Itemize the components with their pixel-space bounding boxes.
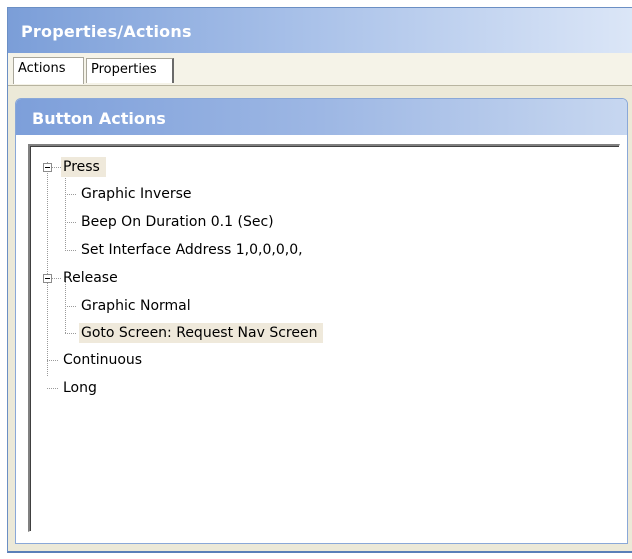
properties-actions-panel: Properties/Actions Actions Properties Bu… — [7, 7, 632, 553]
tree-node-set-interface-address[interactable]: Set Interface Address 1,0,0,0,0, — [79, 240, 309, 260]
tree-connector — [65, 194, 76, 195]
panel-title-bar: Properties/Actions — [8, 8, 632, 53]
tree-node-long[interactable]: Long — [61, 378, 103, 398]
tree-connector — [65, 333, 76, 334]
button-actions-group: Button Actions Press Graphic Inverse Bee… — [15, 98, 628, 544]
tab-properties[interactable]: Properties — [86, 58, 174, 83]
tab-actions[interactable]: Actions — [13, 57, 84, 84]
tree-node-goto-screen[interactable]: Goto Screen: Request Nav Screen — [79, 323, 324, 343]
tree-node-graphic-inverse[interactable]: Graphic Inverse — [79, 184, 198, 204]
tree-press-line — [65, 167, 66, 251]
tree-node-press[interactable]: Press — [61, 157, 106, 177]
tree-node-graphic-normal[interactable]: Graphic Normal — [79, 296, 197, 316]
tree-node-beep-on[interactable]: Beep On Duration 0.1 (Sec) — [79, 212, 280, 232]
collapse-press-icon[interactable] — [43, 163, 52, 172]
tree-connector — [47, 388, 58, 389]
tree-connector — [47, 360, 58, 361]
collapse-release-icon[interactable] — [43, 274, 52, 283]
panel-title: Properties/Actions — [21, 22, 192, 41]
tree-connector — [65, 222, 76, 223]
tree-release-line — [65, 281, 66, 333]
tree-connector — [65, 250, 76, 251]
tree-root-line — [47, 162, 48, 376]
tree-node-release[interactable]: Release — [61, 268, 124, 288]
group-title: Button Actions — [32, 109, 166, 128]
tree-node-continuous[interactable]: Continuous — [61, 350, 148, 370]
tree-connector — [65, 306, 76, 307]
group-title-bar: Button Actions — [16, 99, 627, 135]
actions-tree[interactable]: Press Graphic Inverse Beep On Duration 0… — [28, 144, 620, 532]
tree-connector — [52, 167, 61, 168]
tab-strip: Actions Properties — [8, 53, 632, 86]
tree-connector — [52, 278, 61, 279]
